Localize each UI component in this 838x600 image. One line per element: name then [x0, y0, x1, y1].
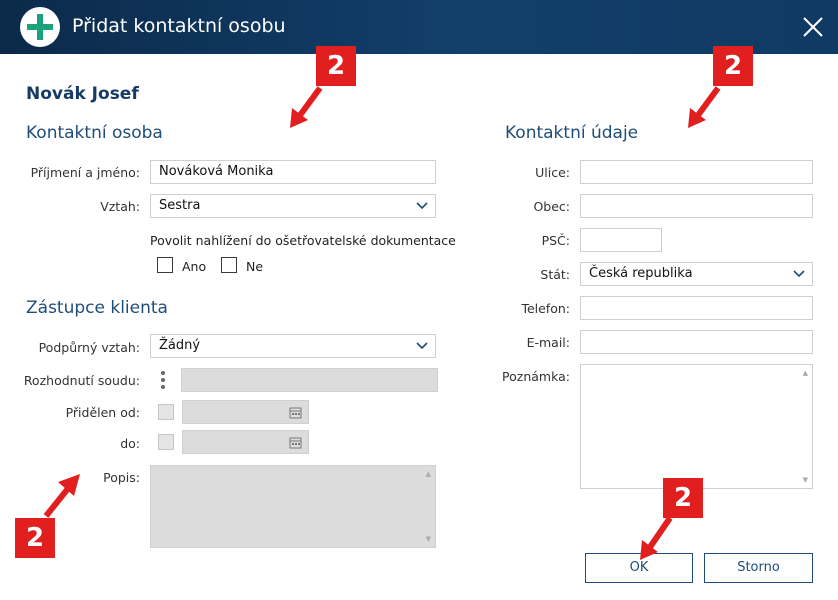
city-label: Obec: [533, 199, 570, 214]
annotation-arrow-icon [688, 86, 721, 128]
zip-input[interactable] [580, 228, 662, 252]
calendar-icon [289, 407, 302, 419]
chevron-down-icon [416, 342, 428, 350]
allow-no-checkbox[interactable] [221, 257, 237, 273]
scroll-down-icon: ▼ [802, 476, 808, 484]
annotation-marker: 2 [663, 478, 703, 518]
email-label: E-mail: [526, 335, 570, 350]
annotation-arrow-icon [43, 474, 80, 518]
assigned-from-date [182, 400, 309, 424]
assigned-from-label: Přidělen od: [65, 405, 140, 420]
relation-select[interactable]: Sestra [150, 194, 436, 218]
scroll-up-icon: ▲ [802, 369, 808, 377]
note-textarea[interactable]: ▲ ▼ [580, 364, 813, 489]
country-value: Česká republika [589, 266, 693, 281]
support-label: Podpůrný vztah: [38, 340, 140, 355]
window-title: Přidat kontaktní osobu [72, 15, 286, 37]
phone-input[interactable] [580, 296, 813, 320]
street-label: Ulice: [535, 165, 570, 180]
annotation-arrow-icon [640, 516, 673, 560]
cancel-button[interactable]: Storno [704, 553, 813, 583]
allow-yes-checkbox[interactable] [157, 257, 173, 273]
surname-input[interactable]: Nováková Monika [150, 160, 436, 184]
client-name: Novák Josef [26, 84, 139, 104]
annotation-marker: 2 [316, 46, 356, 86]
contact-person-heading: Kontaktní osoba [26, 123, 163, 143]
client-representative-heading: Zástupce klienta [26, 298, 168, 318]
city-input[interactable] [580, 194, 813, 218]
annotation-marker: 2 [15, 518, 55, 558]
chevron-down-icon [416, 202, 428, 210]
email-input[interactable] [580, 330, 813, 354]
annotation-arrow-icon [290, 86, 323, 128]
assigned-to-checkbox [158, 434, 174, 450]
allow-access-text: Povolit nahlížení do ošetřovatelské doku… [150, 233, 456, 248]
relation-label: Vztah: [100, 199, 140, 214]
surname-label: Příjmení a jméno: [30, 165, 140, 180]
to-label: do: [120, 436, 140, 451]
court-decision-input [181, 368, 438, 392]
support-select[interactable]: Žádný [150, 334, 436, 358]
close-button[interactable] [802, 16, 824, 38]
more-options-icon[interactable] [160, 370, 166, 390]
country-select[interactable]: Česká republika [580, 262, 813, 286]
chevron-down-icon [793, 270, 805, 278]
court-decision-label: Rozhodnutí soudu: [23, 373, 140, 388]
support-value: Žádný [159, 338, 201, 353]
add-icon [20, 7, 60, 47]
assigned-to-date [182, 430, 309, 454]
allow-no-label: Ne [246, 259, 264, 274]
calendar-icon [289, 437, 302, 449]
allow-yes-label: Ano [182, 259, 207, 274]
relation-value: Sestra [159, 198, 201, 213]
description-textarea: ▲ ▼ [150, 465, 436, 548]
assigned-from-checkbox [158, 404, 174, 420]
zip-label: PSČ: [541, 233, 570, 248]
phone-label: Telefon: [521, 301, 570, 316]
contact-details-heading: Kontaktní údaje [505, 123, 639, 143]
annotation-marker: 2 [713, 46, 753, 86]
note-label: Poznámka: [502, 369, 570, 384]
country-label: Stát: [540, 267, 570, 282]
scroll-up-icon: ▲ [425, 470, 431, 478]
street-input[interactable] [580, 160, 813, 184]
scroll-down-icon: ▼ [425, 535, 431, 543]
close-icon [803, 17, 823, 37]
